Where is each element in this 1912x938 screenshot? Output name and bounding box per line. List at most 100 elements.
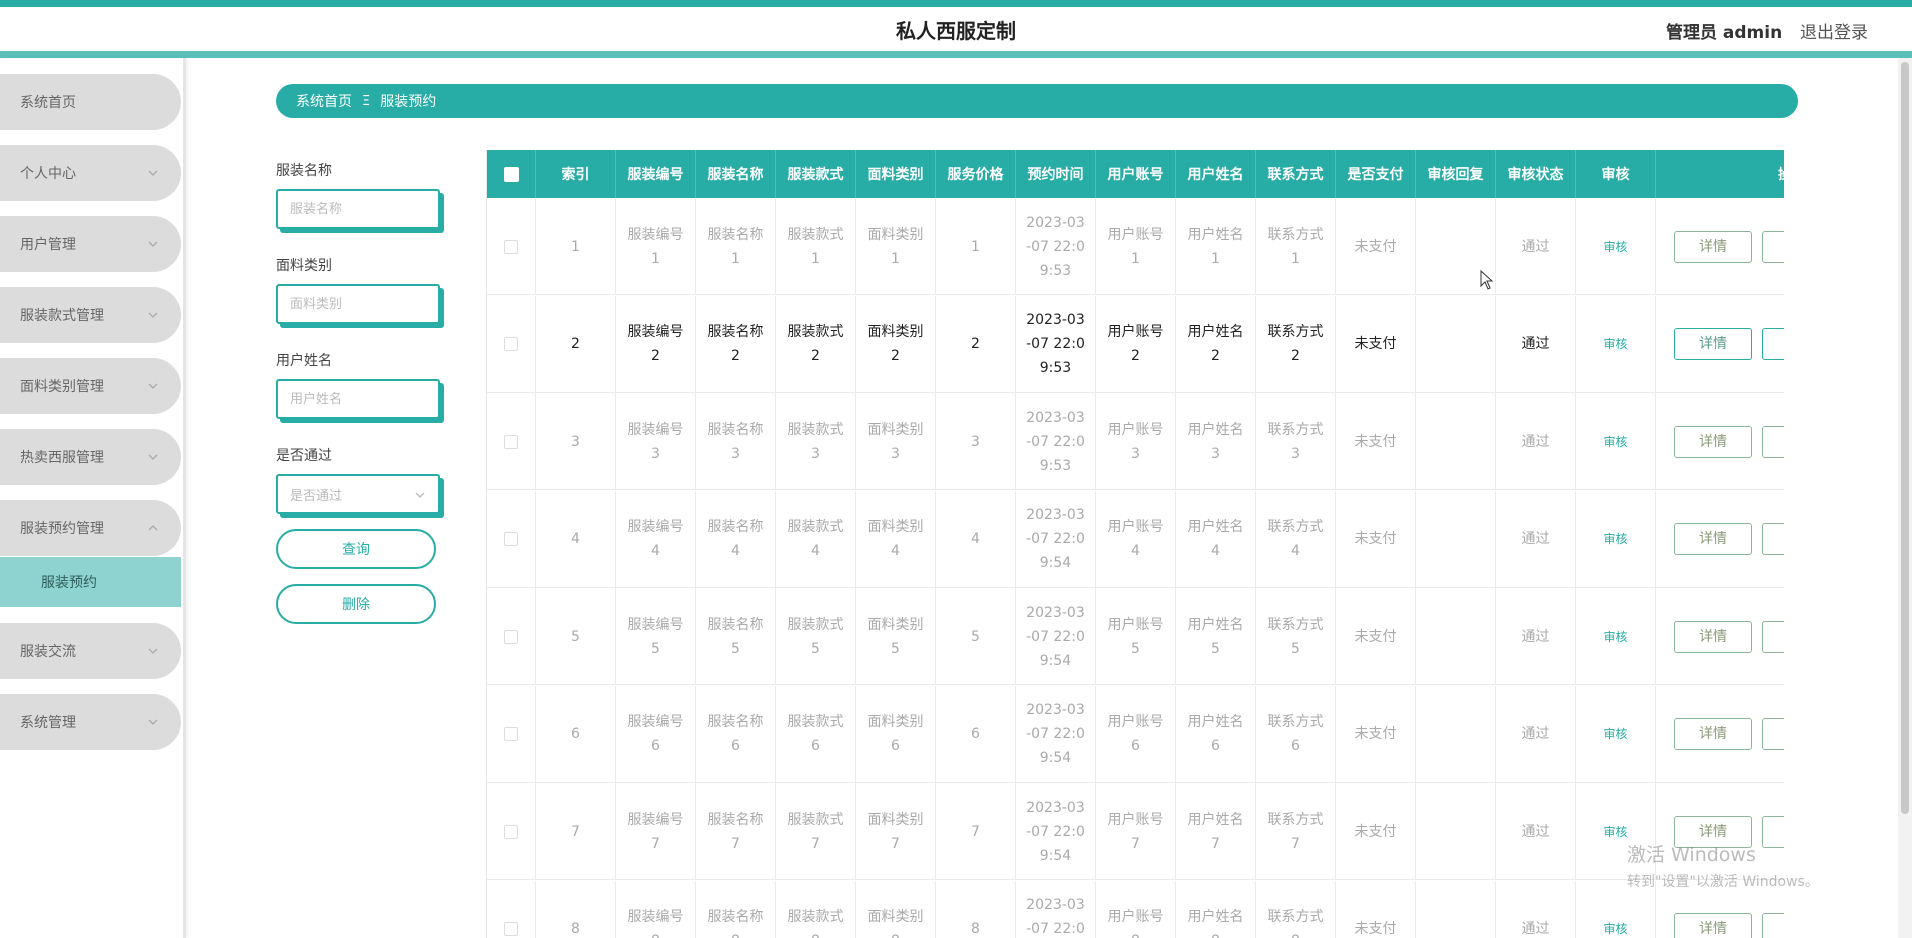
- detail-button[interactable]: 详情: [1674, 523, 1752, 555]
- sidebar-item-label: 面料类别管理: [20, 379, 104, 395]
- sidebar-item-label: 服装款式管理: [20, 308, 104, 324]
- cell-audit: 审核: [1576, 588, 1656, 685]
- breadcrumb-separator-icon: Ξ: [362, 93, 371, 109]
- column-header: 用户姓名: [1176, 150, 1256, 198]
- breadcrumb-current: 服装预约: [380, 94, 437, 110]
- detail-button[interactable]: 详情: [1674, 328, 1752, 360]
- cell-account: 用户账号 5: [1096, 588, 1176, 685]
- sidebar-item-home[interactable]: 系统首页: [0, 74, 181, 130]
- chevron-down-icon: [148, 648, 158, 654]
- select-all-checkbox[interactable]: [503, 166, 519, 182]
- logout-link[interactable]: 退出登录: [1800, 18, 1868, 43]
- edit-button[interactable]: 修改: [1762, 425, 1784, 458]
- filter-username-label: 用户姓名: [276, 353, 332, 369]
- sidebar-item-user-management[interactable]: 用户管理: [0, 216, 181, 272]
- cell-price: 3: [936, 393, 1016, 490]
- edit-button[interactable]: 修改: [1762, 328, 1784, 360]
- filter-pass-select[interactable]: 是否通过: [276, 474, 440, 514]
- detail-button[interactable]: 详情: [1674, 620, 1752, 653]
- sidebar-subitem-label: 服装预约: [41, 575, 97, 591]
- filter-username-input[interactable]: [276, 379, 440, 419]
- row-checkbox[interactable]: [504, 239, 518, 254]
- cell-fabric: 面料类别 5: [856, 588, 936, 685]
- cell-account: 用户账号 3: [1096, 393, 1176, 490]
- cell-paid: 未支付: [1336, 198, 1416, 295]
- cell-account: 用户账号 8: [1096, 880, 1176, 938]
- audit-link[interactable]: 审核: [1603, 235, 1627, 259]
- audit-link[interactable]: 审核: [1603, 527, 1627, 551]
- sidebar-item-hot-suits[interactable]: 热卖西服管理: [0, 429, 181, 485]
- header-bottom-stripe: [0, 51, 1912, 58]
- audit-link[interactable]: 审核: [1603, 917, 1627, 938]
- cell-paid: 未支付: [1336, 490, 1416, 588]
- cell-actions: 详情修改: [1656, 588, 1784, 685]
- cell-fabric: 面料类别 6: [856, 685, 936, 783]
- audit-link[interactable]: 审核: [1603, 430, 1627, 454]
- sidebar-item-style-management[interactable]: 服装款式管理: [0, 287, 181, 343]
- audit-link[interactable]: 审核: [1603, 332, 1627, 356]
- delete-button[interactable]: 删除: [276, 584, 436, 624]
- cell-contact: 联系方式 6: [1256, 685, 1336, 783]
- audit-link[interactable]: 审核: [1603, 722, 1627, 746]
- edit-button[interactable]: 修改: [1762, 913, 1784, 938]
- detail-button[interactable]: 详情: [1674, 718, 1752, 750]
- row-checkbox[interactable]: [504, 629, 518, 644]
- row-checkbox[interactable]: [504, 922, 518, 936]
- cell-actions: 详情修改: [1656, 686, 1784, 783]
- sidebar-item-label: 个人中心: [20, 166, 76, 182]
- cell-status: 通过: [1496, 198, 1576, 295]
- sidebar-item-personal-center[interactable]: 个人中心: [0, 145, 181, 201]
- cell-price: 8: [936, 880, 1016, 938]
- edit-button[interactable]: 修改: [1762, 523, 1784, 555]
- cell-username: 用户姓名 7: [1176, 783, 1256, 880]
- row-select-cell: [487, 393, 536, 490]
- cell-code: 服装编号 1: [616, 198, 696, 295]
- row-checkbox[interactable]: [504, 727, 518, 741]
- row-checkbox[interactable]: [504, 532, 518, 546]
- sidebar-item-exchange[interactable]: 服装交流: [0, 623, 181, 679]
- cell-time: 2023-03 -07 22:0 9:53: [1016, 393, 1096, 490]
- column-header: 服务价格: [936, 150, 1016, 198]
- edit-button[interactable]: 修改: [1762, 718, 1784, 750]
- cell-time: 2023-03 -07 22:0 9:54: [1016, 685, 1096, 783]
- filter-fabric-input[interactable]: [276, 284, 440, 324]
- sidebar-item-reservation-management[interactable]: 服装预约管理: [0, 500, 181, 556]
- cell-index: 2: [536, 295, 616, 393]
- cell-code: 服装编号 8: [616, 880, 696, 938]
- column-header: 预约时间: [1016, 150, 1096, 198]
- sidebar-subitem-reservation[interactable]: 服装预约: [0, 557, 181, 607]
- cell-code: 服装编号 6: [616, 685, 696, 783]
- scrollbar-thumb[interactable]: [1901, 62, 1909, 814]
- detail-button[interactable]: 详情: [1674, 425, 1752, 458]
- cell-username: 用户姓名 2: [1176, 295, 1256, 393]
- reservation-table: 索引 服装编号 服装名称 服装款式 面料类别 服务价格 预约时间 用户账号 用户姓名 联系方式 是否…: [486, 150, 1784, 938]
- audit-link[interactable]: 审核: [1603, 625, 1627, 649]
- cell-audit: 审核: [1576, 198, 1656, 295]
- cell-status: 通过: [1496, 588, 1576, 685]
- cell-reply: [1416, 393, 1496, 490]
- breadcrumb-home[interactable]: 系统首页: [296, 91, 352, 111]
- sidebar-item-system[interactable]: 系统管理: [0, 694, 181, 750]
- audit-link[interactable]: 审核: [1603, 820, 1627, 844]
- cell-username: 用户姓名 6: [1176, 685, 1256, 783]
- cell-paid: 未支付: [1336, 880, 1416, 938]
- column-header: 审核: [1576, 150, 1656, 198]
- row-checkbox[interactable]: [504, 434, 518, 449]
- cell-time: 2023-03 -07 22:0 9:53: [1016, 198, 1096, 295]
- row-checkbox[interactable]: [504, 337, 518, 351]
- detail-button[interactable]: 详情: [1674, 913, 1752, 938]
- header-select-all[interactable]: [487, 150, 536, 198]
- row-checkbox[interactable]: [504, 824, 518, 839]
- page-scrollbar[interactable]: [1898, 58, 1912, 938]
- edit-button[interactable]: 修改: [1762, 230, 1784, 263]
- cell-name: 服装名称 2: [696, 295, 776, 393]
- edit-button[interactable]: 修改: [1762, 620, 1784, 653]
- cell-style: 服装款式 5: [776, 588, 856, 685]
- cell-reply: [1416, 685, 1496, 783]
- filter-name-input[interactable]: [276, 189, 440, 229]
- detail-button[interactable]: 详情: [1674, 230, 1752, 263]
- sidebar-item-fabric-management[interactable]: 面料类别管理: [0, 358, 181, 414]
- cell-username: 用户姓名 1: [1176, 198, 1256, 295]
- table-row: 2 服装编号 2 服装名称 2 服装款式 2 面料类别 2 2 2023-03 -07 22…: [487, 295, 1784, 393]
- search-button[interactable]: 查询: [276, 529, 436, 569]
